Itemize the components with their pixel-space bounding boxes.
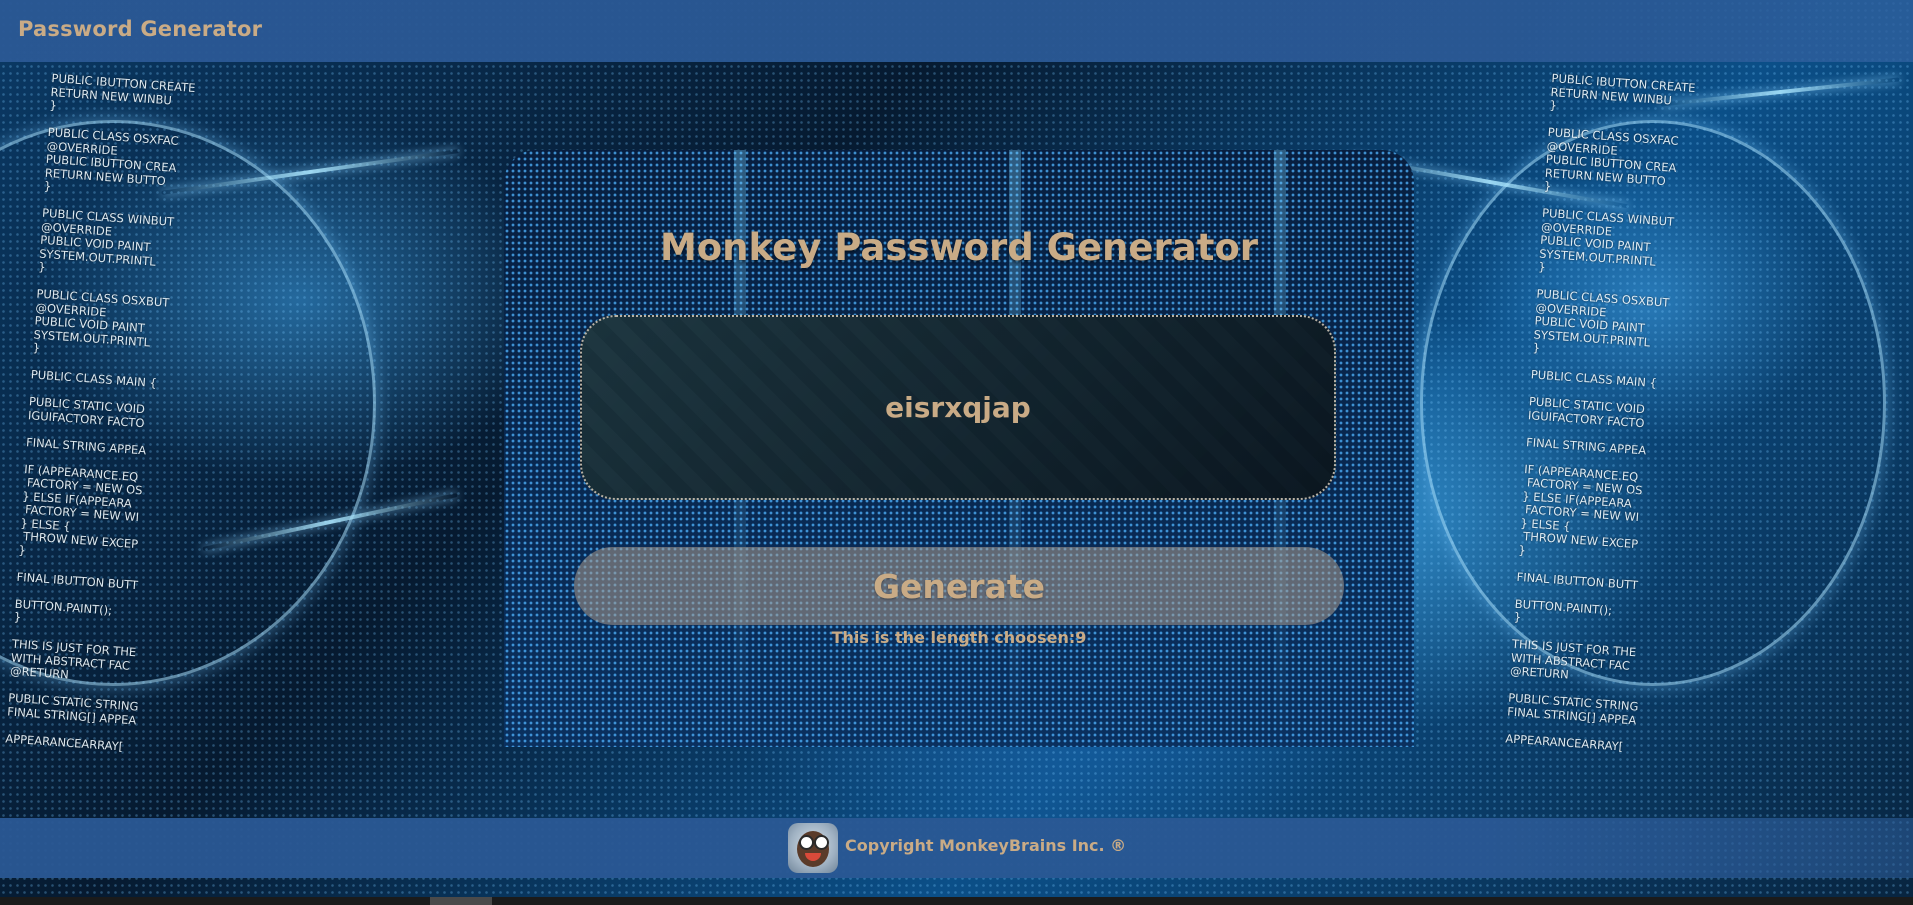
generator-card: Monkey Password Generator eisrxqjap Gene…	[504, 150, 1414, 747]
footer-bar: Copyright MonkeyBrains Inc. ®	[0, 818, 1913, 878]
horizontal-scrollbar-thumb[interactable]	[430, 897, 492, 905]
horizontal-scrollbar[interactable]	[0, 897, 1913, 905]
header-title[interactable]: Password Generator	[18, 17, 262, 41]
password-output-box[interactable]: eisrxqjap	[580, 315, 1336, 500]
header-bar: Password Generator	[0, 0, 1913, 62]
monkey-logo-icon	[788, 823, 838, 873]
footer-copyright: Copyright MonkeyBrains Inc. ®	[845, 836, 1127, 855]
length-indicator-text: This is the length choosen:9	[831, 628, 1087, 647]
generate-button[interactable]: Generate	[574, 547, 1344, 625]
monkey-eye-right	[814, 835, 829, 850]
monkey-eye-left	[799, 835, 814, 850]
password-output-text[interactable]: eisrxqjap	[582, 317, 1334, 498]
card-title: Monkey Password Generator	[659, 226, 1259, 269]
